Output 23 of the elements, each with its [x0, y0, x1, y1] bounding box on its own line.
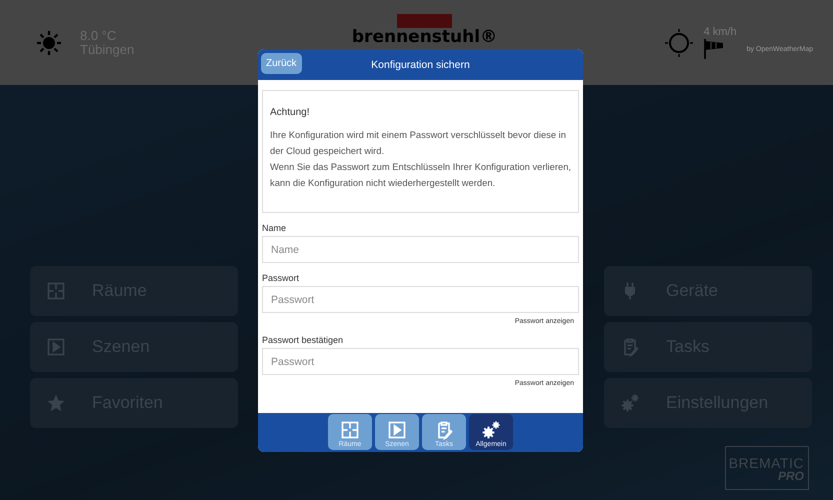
floor-plan-icon — [46, 281, 66, 301]
compass-icon — [664, 28, 694, 58]
notice-text: Ihre Konfiguration wird mit einem Passwort verschlüsselt bevor diese in der Cloud gespeichert wird. — [270, 128, 567, 158]
field-label: Name — [262, 223, 288, 233]
settings-icon — [620, 393, 640, 413]
brand-logo: brennenstuhl® — [352, 28, 498, 47]
floor-plan-icon — [340, 420, 360, 440]
back-button[interactable]: Zurück — [261, 53, 302, 74]
field-label: Passwort — [262, 273, 300, 283]
field-label: Passwort bestätigen — [262, 335, 344, 345]
sun-icon — [36, 30, 62, 56]
notice-text: Wenn Sie das Passwort zum Entschlüsseln Ihrer Konfiguration verlieren, kann die Konfiguration nicht wiederhergestellt werden. — [270, 160, 571, 190]
input-field[interactable]: Passwort — [262, 286, 579, 313]
input-field[interactable]: Passwort — [262, 348, 579, 375]
dialog-title: Konfiguration sichern — [371, 58, 470, 70]
star-icon — [46, 393, 66, 413]
settings-icon — [481, 420, 501, 440]
windsock-icon — [704, 38, 724, 59]
logo-mark — [397, 14, 452, 28]
play-icon — [46, 337, 66, 357]
play-icon — [387, 420, 407, 440]
input-field[interactable]: Name — [262, 236, 579, 263]
notice-heading: Achtung! — [270, 106, 310, 120]
